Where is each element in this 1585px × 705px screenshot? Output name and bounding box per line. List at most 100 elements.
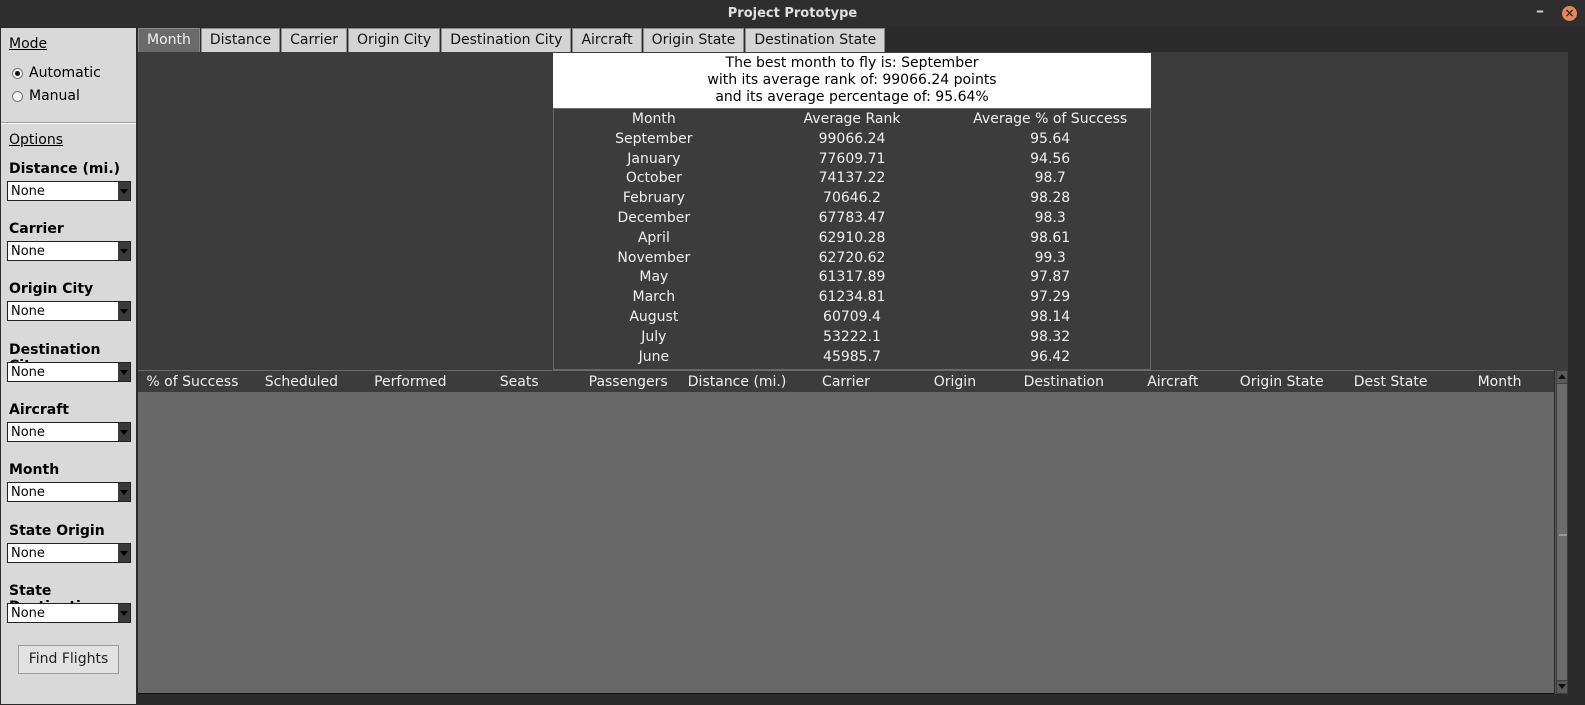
table-row: June 45985.7 96.42 <box>554 347 1150 367</box>
chevron-down-icon[interactable] <box>118 182 130 200</box>
tab-origin-city[interactable]: Origin City <box>348 28 441 52</box>
scrollbar-thumb[interactable] <box>1557 384 1567 680</box>
tab-destination-city[interactable]: Destination City <box>441 28 572 52</box>
column-header-aircraft[interactable]: Aircraft <box>1118 374 1227 390</box>
tab-origin-state[interactable]: Origin State <box>642 28 745 52</box>
distance-select[interactable]: None <box>7 181 131 201</box>
table-row: April 62910.28 98.61 <box>554 228 1150 248</box>
tab-month[interactable]: Month <box>138 28 200 52</box>
rank-table-header: Month Average Rank Average % of Success <box>554 109 1150 129</box>
rank-cell: 62720.62 <box>818 249 886 266</box>
column-header-dest-state[interactable]: Dest State <box>1336 374 1445 390</box>
chevron-down-icon[interactable] <box>118 363 130 381</box>
success-cell: 98.7 <box>1034 170 1066 187</box>
rank-cell: 74137.22 <box>818 170 886 187</box>
carrier-label: Carrier <box>9 221 64 237</box>
state-origin-select[interactable]: None <box>7 543 131 563</box>
success-cell: 98.28 <box>1030 190 1071 207</box>
column-header-origin-state[interactable]: Origin State <box>1227 374 1336 390</box>
table-row: January 77609.71 94.56 <box>554 149 1150 169</box>
tab-carrier[interactable]: Carrier <box>281 28 347 52</box>
mode-heading: Mode <box>9 36 48 52</box>
state-destination-select[interactable]: None <box>7 603 131 623</box>
column-header-carrier[interactable]: Carrier <box>792 374 901 390</box>
tab-destination-state[interactable]: Destination State <box>745 28 886 52</box>
distance-select-value: None <box>11 183 45 199</box>
month-cell: October <box>625 170 682 187</box>
origin-city-label: Origin City <box>9 281 94 297</box>
carrier-select[interactable]: None <box>7 241 131 261</box>
chevron-down-icon[interactable] <box>118 483 130 501</box>
summary-line-1: The best month to fly is: September <box>725 55 979 71</box>
vertical-scrollbar[interactable] <box>1555 370 1568 694</box>
success-cell: 98.61 <box>1030 229 1071 246</box>
origin-city-select[interactable]: None <box>7 301 131 321</box>
mode-manual-radio[interactable]: Manual <box>12 88 80 104</box>
options-heading: Options <box>9 132 64 148</box>
aircraft-select-value: None <box>11 424 45 440</box>
chevron-down-icon[interactable] <box>118 423 130 441</box>
table-row: September 99066.24 95.64 <box>554 129 1150 149</box>
success-cell: 99.3 <box>1034 249 1066 266</box>
month-cell: March <box>632 289 676 306</box>
window-bottom-edge <box>137 694 1568 705</box>
rank-cell: 61234.81 <box>818 289 886 306</box>
column-header: Average % of Success <box>973 111 1128 127</box>
month-rank-table: Month Average Rank Average % of Success … <box>553 108 1151 370</box>
month-select[interactable]: None <box>7 482 131 502</box>
month-cell: February <box>622 190 685 207</box>
column-header: Month <box>631 111 676 127</box>
tab-distance[interactable]: Distance <box>200 28 281 52</box>
chevron-down-icon[interactable] <box>118 604 130 622</box>
close-icon[interactable]: × <box>1562 6 1577 21</box>
sidebar: Mode Automatic Manual Options Distance (… <box>1 28 136 704</box>
month-select-value: None <box>11 484 45 500</box>
chevron-down-icon[interactable] <box>118 544 130 562</box>
scroll-up-icon[interactable] <box>1557 371 1567 383</box>
table-row: November 62720.62 99.3 <box>554 248 1150 268</box>
success-cell: 94.56 <box>1030 150 1071 167</box>
aircraft-label: Aircraft <box>9 402 69 418</box>
destination-city-select-value: None <box>11 364 45 380</box>
column-header-seats[interactable]: Seats <box>465 374 574 390</box>
grip-icon <box>1559 534 1567 536</box>
column-header-distance[interactable]: Distance (mi.) <box>683 374 792 390</box>
mode-automatic-radio[interactable]: Automatic <box>12 65 101 81</box>
state-destination-select-value: None <box>11 605 45 621</box>
rank-cell: 77609.71 <box>818 150 886 167</box>
chevron-down-icon[interactable] <box>118 242 130 260</box>
mode-automatic-label: Automatic <box>29 65 101 81</box>
aircraft-select[interactable]: None <box>7 422 131 442</box>
rank-cell: 53222.1 <box>823 328 881 345</box>
minimize-icon[interactable]: – <box>1533 3 1547 20</box>
destination-city-select[interactable]: None <box>7 362 131 382</box>
column-header-success[interactable]: % of Success <box>138 374 247 390</box>
success-cell: 98.32 <box>1030 328 1071 345</box>
column-header-performed[interactable]: Performed <box>356 374 465 390</box>
mode-manual-label: Manual <box>29 88 80 104</box>
column-header-origin[interactable]: Origin <box>900 374 1009 390</box>
success-cell: 97.87 <box>1030 269 1071 286</box>
flight-table-header: % of Success Scheduled Performed Seats P… <box>138 370 1554 392</box>
column-header-destination[interactable]: Destination <box>1009 374 1118 390</box>
state-origin-select-value: None <box>11 545 45 561</box>
summary-line-2: with its average rank of: 99066.24 point… <box>707 72 997 88</box>
column-header-month[interactable]: Month <box>1445 374 1554 390</box>
find-flights-button[interactable]: Find Flights <box>18 645 119 674</box>
rank-cell: 61317.89 <box>818 269 886 286</box>
table-row: March 61234.81 97.29 <box>554 287 1150 307</box>
success-cell: 98.14 <box>1030 308 1071 325</box>
scroll-down-icon[interactable] <box>1557 681 1567 693</box>
success-cell: 98.3 <box>1034 209 1066 226</box>
chevron-down-icon[interactable] <box>118 302 130 320</box>
carrier-select-value: None <box>11 243 45 259</box>
summary-line-3: and its average percentage of: 95.64% <box>715 89 989 105</box>
radio-selected-icon <box>12 67 23 79</box>
origin-city-select-value: None <box>11 303 45 319</box>
flight-table-body[interactable] <box>138 392 1554 694</box>
column-header-scheduled[interactable]: Scheduled <box>247 374 356 390</box>
month-cell: August <box>629 308 679 325</box>
column-header-passengers[interactable]: Passengers <box>574 374 683 390</box>
state-origin-label: State Origin <box>9 523 105 539</box>
tab-aircraft[interactable]: Aircraft <box>572 28 642 52</box>
